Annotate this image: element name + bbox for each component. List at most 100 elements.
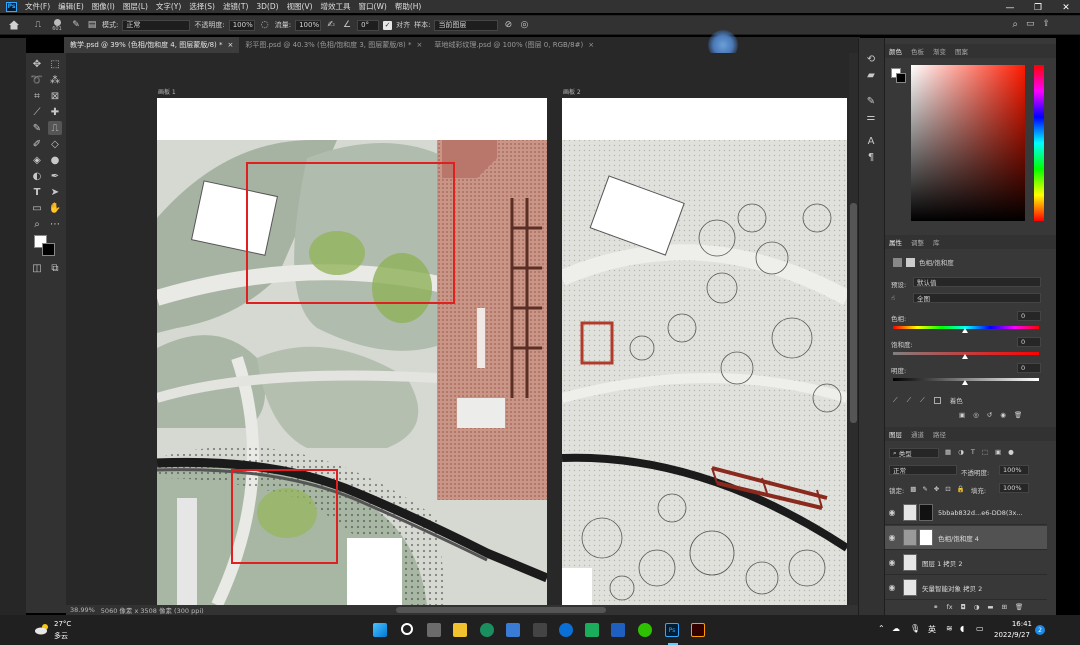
layer-style-icon[interactable]: fx (946, 603, 952, 611)
filter-pixel-icon[interactable]: ▦ (945, 448, 951, 456)
clip-to-layer-icon[interactable]: ▣ (959, 411, 965, 419)
horizontal-scrollbar[interactable] (396, 607, 606, 613)
tab-channels[interactable]: 通道 (911, 429, 924, 439)
weather-condition[interactable]: 多云 (54, 631, 68, 641)
mode-select[interactable]: 正常 (122, 19, 191, 31)
channel-select[interactable]: 全图 (913, 293, 1041, 303)
clock-time[interactable]: 16:41 (1000, 620, 1032, 628)
windows-start-icon[interactable] (373, 623, 387, 637)
filter-adjustment-icon[interactable]: ◑ (958, 448, 964, 456)
layer-item-3[interactable]: ◉ 图层 1 拷贝 2 (885, 551, 1047, 575)
filter-shape-icon[interactable]: ⬚ (982, 448, 988, 456)
share-icon[interactable]: ⇪ (1042, 19, 1050, 30)
wechat-icon[interactable] (638, 623, 652, 637)
artboard-2[interactable] (562, 98, 847, 605)
menu-3d[interactable]: 3D(D) (252, 2, 282, 11)
blur-tool-icon[interactable]: ● (48, 153, 62, 167)
history-brush-icon[interactable]: ✐ (30, 137, 44, 151)
move-tool-icon[interactable]: ✥ (30, 57, 44, 71)
layer-item-2[interactable]: ◉ 色相/饱和度 4 (885, 526, 1047, 550)
layer-name[interactable]: 5bbab832d...e6-DD8(3x... (938, 509, 1023, 517)
new-group-icon[interactable]: ▬ (987, 603, 993, 611)
lightness-input[interactable]: 0 (1017, 363, 1041, 373)
menu-help[interactable]: 帮助(H) (391, 1, 426, 12)
sample-select[interactable]: 当前图层 (434, 19, 499, 31)
comments-panel-icon[interactable]: ▰ (864, 68, 878, 82)
search-icon[interactable]: ⌕ (1012, 19, 1018, 30)
flow-input[interactable]: 100% (295, 19, 322, 31)
artboard-1-label[interactable]: 画板 1 (158, 87, 176, 96)
eyedropper-icon[interactable]: ⟋ (893, 396, 898, 405)
character-panel-icon[interactable]: A (864, 134, 878, 148)
menu-select[interactable]: 选择(S) (185, 1, 219, 12)
menu-plugins[interactable]: 增效工具 (317, 1, 355, 12)
hue-slider-handle[interactable] (962, 328, 968, 333)
background-color-swatch[interactable] (42, 243, 55, 256)
clone-stamp-tool-icon[interactable]: ⎍ (48, 121, 62, 135)
layer-name[interactable]: 色相/饱和度 4 (938, 533, 979, 543)
lock-pixels-icon[interactable]: ✎ (922, 485, 927, 495)
tab-layers[interactable]: 图层 (889, 429, 902, 439)
ignore-adjustment-icon[interactable]: ⊘ (502, 19, 514, 31)
paragraph-panel-icon[interactable]: ¶ (864, 150, 878, 164)
tab-close-icon[interactable]: × (227, 41, 233, 49)
task-view-icon[interactable] (427, 623, 441, 637)
brush-tool-icon[interactable]: ✎ (30, 121, 44, 135)
vertical-scrollbar[interactable] (849, 53, 858, 605)
view-previous-icon[interactable]: ◎ (973, 411, 979, 419)
ime-indicator[interactable]: 英 (928, 624, 936, 635)
healing-brush-icon[interactable]: ✚ (48, 105, 62, 119)
layer-name[interactable]: 矢量智能对象 拷贝 2 (922, 583, 982, 593)
lock-transparent-icon[interactable]: ▩ (910, 485, 916, 495)
tab-close-icon[interactable]: × (417, 41, 423, 49)
targeted-adjust-icon[interactable]: ☝ (891, 294, 895, 302)
eyedropper-icon[interactable]: ⟋ (30, 105, 44, 119)
tab-document-1[interactable]: 教学.psd @ 39% (色相/饱和度 4, 图层蒙版/8) * × (64, 37, 240, 53)
blend-mode-select[interactable]: 正常 (889, 465, 957, 475)
clone-source-icon[interactable]: ▤ (86, 19, 98, 31)
home-icon[interactable] (8, 19, 20, 33)
more-tools-icon[interactable]: ⋯ (48, 217, 62, 231)
history-panel-icon[interactable]: ⟲ (864, 52, 878, 66)
layer-item-4[interactable]: ◉ 矢量智能对象 拷贝 2 (885, 576, 1047, 600)
search-icon[interactable] (401, 623, 413, 635)
menu-file[interactable]: 文件(F) (21, 1, 54, 12)
word-icon[interactable] (611, 623, 625, 637)
aligned-checkbox[interactable]: ✓ (383, 20, 393, 30)
microphone-icon[interactable]: 🎙 (910, 624, 920, 633)
brush-preset-picker[interactable]: 601 (48, 18, 66, 32)
layer-filter-select[interactable]: ⌕ 类型 (889, 448, 939, 458)
paint-bucket-icon[interactable]: ◈ (30, 153, 44, 167)
colorize-checkbox[interactable] (933, 396, 941, 404)
menu-edit[interactable]: 编辑(E) (54, 1, 88, 12)
delete-layer-icon[interactable]: 🗑 (1015, 603, 1023, 611)
reset-icon[interactable]: ↺ (987, 411, 992, 419)
onedrive-icon[interactable]: ☁ (892, 624, 900, 633)
wifi-icon[interactable]: ≋ (946, 624, 953, 633)
eye-icon[interactable]: ◉ (885, 583, 899, 592)
tab-document-2[interactable]: 彩平图.psd @ 40.3% (色相/饱和度 3, 图层蒙版/8) * × (239, 37, 428, 53)
eraser-icon[interactable]: ◇ (48, 137, 62, 151)
notification-badge[interactable]: 2 (1035, 625, 1045, 635)
brush-panel-icon[interactable]: ✎ (864, 94, 878, 108)
app-cube-icon[interactable] (533, 623, 547, 637)
magic-wand-icon[interactable]: ⁂ (48, 73, 62, 87)
quick-mask-icon[interactable]: ◫ (30, 261, 44, 275)
eyedropper-minus-icon[interactable]: ⟋ (920, 396, 925, 405)
tab-properties[interactable]: 属性 (889, 237, 902, 247)
store-icon[interactable] (506, 623, 520, 637)
restore-button[interactable]: ❐ (1024, 0, 1052, 15)
dodge-tool-icon[interactable]: ◐ (30, 169, 44, 183)
edge-browser-icon[interactable] (480, 623, 494, 637)
menu-image[interactable]: 图像(I) (88, 1, 119, 12)
layer-name[interactable]: 图层 1 拷贝 2 (922, 558, 962, 568)
zoom-readout[interactable]: 38.99% (70, 606, 95, 614)
eyedropper-plus-icon[interactable]: ⟋ (907, 396, 912, 405)
clock-date[interactable]: 2022/9/27 (994, 631, 1030, 639)
lock-position-icon[interactable]: ✥ (934, 485, 939, 495)
brush-settings-icon[interactable]: ✎ (70, 19, 82, 31)
lasso-tool-icon[interactable]: ➰ (30, 73, 44, 87)
messenger-icon[interactable] (585, 623, 599, 637)
battery-icon[interactable]: ▭ (976, 624, 984, 633)
rectangle-tool-icon[interactable]: ▭ (30, 201, 44, 215)
